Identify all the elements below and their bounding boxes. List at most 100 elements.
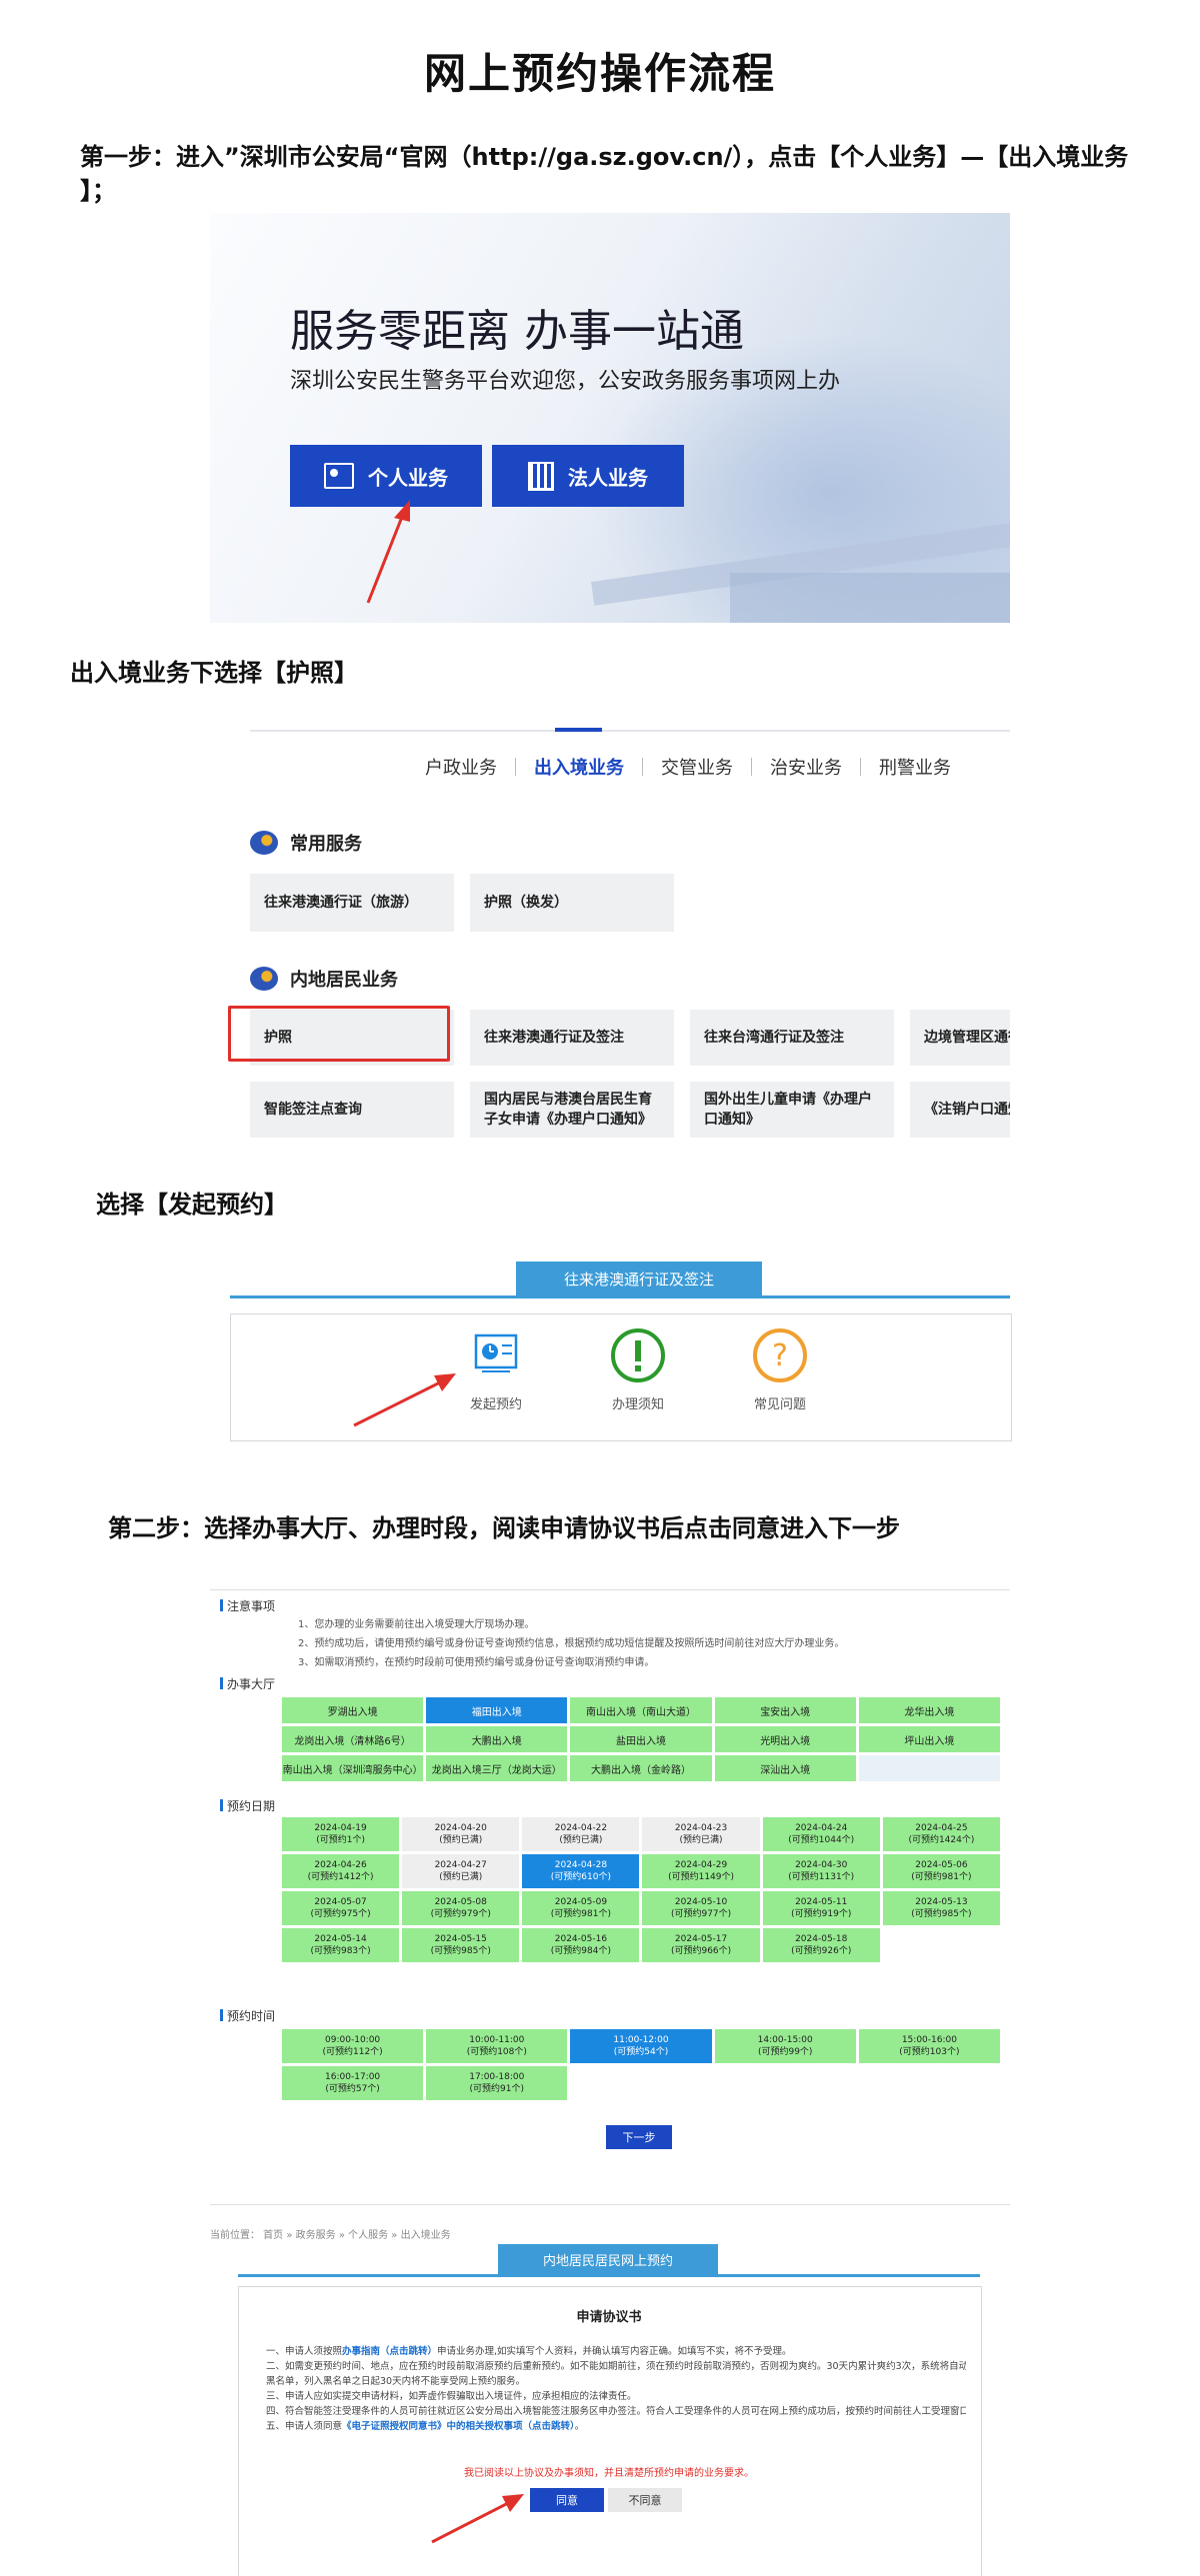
nav-security[interactable]: 治安业务	[770, 754, 842, 780]
date-option[interactable]: 2024-05-07 (可预约975个)	[282, 1891, 400, 1925]
notes-label: 注意事项	[220, 1597, 275, 1614]
date-option[interactable]: 2024-05-10 (可预约977个)	[642, 1891, 760, 1925]
service-card[interactable]: 护照（换发）	[470, 874, 674, 932]
date-option[interactable]: 2024-04-26 (可预约1412个)	[282, 1854, 400, 1888]
handling-notice-label[interactable]: 办理须知	[578, 1393, 698, 1412]
disagree-button[interactable]: 不同意	[608, 2488, 682, 2512]
date-availability: (可预约975个)	[310, 1909, 371, 1919]
schedule-panel: 注意事项 1、您办理的业务需要前往出入境受理大厅现场办理。 2、预约成功后，请使…	[210, 1589, 1010, 2159]
nav-exit-entry[interactable]: 出入境业务	[534, 754, 624, 780]
authorization-link[interactable]: 《电子证照授权同意书》中的相关授权事项（点击跳转）	[342, 2421, 575, 2432]
date-value: 2024-04-19	[314, 1823, 367, 1833]
nav-criminal[interactable]: 刑警业务	[879, 754, 951, 780]
date-option[interactable]: 2024-05-15 (可预约985个)	[402, 1928, 520, 1962]
date-option[interactable]: 2024-05-17 (可预约966个)	[642, 1928, 760, 1962]
date-option[interactable]: 2024-04-24 (可预约1044个)	[762, 1817, 880, 1851]
service-card[interactable]: 智能签注点查询	[250, 1082, 454, 1138]
service-card[interactable]: 国内居民与港澳台居民生育子女申请《办理户口通知》	[470, 1082, 674, 1138]
page-title: 网上预约操作流程	[423, 49, 776, 98]
date-value: 2024-05-08	[434, 1897, 487, 1907]
legal-business-button[interactable]: 法人业务	[492, 445, 684, 507]
service-card[interactable]: 《注销户口通知	[910, 1082, 1010, 1138]
date-option[interactable]: 2024-05-08 (可预约979个)	[402, 1891, 520, 1925]
date-value: 2024-04-24	[795, 1823, 848, 1833]
time-slot-option[interactable]: 11:00-12:00 (可预约54个)	[570, 2029, 712, 2063]
date-value: 2024-04-22	[554, 1823, 608, 1833]
hall-option[interactable]: 大鹏出入境（金岭路）	[570, 1755, 712, 1781]
faq-label[interactable]: 常见问题	[720, 1393, 840, 1412]
date-option[interactable]: 2024-05-14 (可预约983个)	[282, 1928, 400, 1962]
date-value: 2024-04-25	[915, 1823, 968, 1833]
hall-option[interactable]: 宝安出入境	[714, 1697, 856, 1723]
hall-option[interactable]: 光明出入境	[714, 1726, 856, 1752]
hall-option[interactable]: 深汕出入境	[714, 1755, 856, 1781]
note-line: 3、如需取消预约，在预约时段前可使用预约编号或身份证号查询取消预约申请。	[298, 1657, 655, 1668]
service-card[interactable]: 国外出生儿童申请《办理户口通知》	[690, 1082, 894, 1138]
date-value: 2024-05-09	[554, 1897, 608, 1907]
time-range: 17:00-18:00	[469, 2072, 525, 2082]
calendar-clock-icon[interactable]	[474, 1331, 518, 1375]
caption-passport: 出入境业务下选择【护照】	[70, 659, 358, 687]
time-range: 11:00-12:00	[613, 2035, 669, 2045]
hall-option[interactable]: 南山出入境（南山大道）	[570, 1697, 712, 1723]
date-option[interactable]: 2024-05-16 (可预约984个)	[522, 1928, 640, 1962]
hall-option[interactable]: 龙岗出入境三厅（龙岗大运）	[426, 1755, 568, 1781]
time-slot-option[interactable]: 09:00-10:00 (可预约112个)	[282, 2029, 424, 2063]
date-option[interactable]: 2024-04-30 (可预约1131个)	[762, 1854, 880, 1888]
svg-text:?: ?	[772, 1338, 788, 1373]
hero-heading: 服务零距离 办事一站通	[290, 306, 744, 357]
hall-option[interactable]: 坪山出入境	[858, 1726, 1000, 1752]
date-option[interactable]: 2024-05-09 (可预约981个)	[522, 1891, 640, 1925]
time-slot-option[interactable]: 15:00-16:00 (可预约103个)	[858, 2029, 1000, 2063]
date-option[interactable]: 2024-05-18 (可预约926个)	[762, 1928, 880, 1962]
hall-option[interactable]: 南山出入境（深圳湾服务中心）	[282, 1755, 424, 1781]
nav-traffic[interactable]: 交管业务	[661, 754, 733, 780]
hall-option[interactable]: 福田出入境	[426, 1697, 568, 1723]
date-option[interactable]: 2024-04-28 (可预约610个)	[522, 1854, 640, 1888]
term-line: 五、申请人须同意《电子证照授权同意书》中的相关授权事项（点击跳转）。	[266, 2421, 585, 2432]
date-availability: (可预约983个)	[310, 1946, 371, 1956]
agreement-tab[interactable]: 内地居民居民网上预约	[498, 2244, 718, 2274]
nav-active-indicator	[555, 728, 602, 732]
time-slot-option[interactable]: 17:00-18:00 (可预约91个)	[426, 2066, 568, 2100]
date-option: 2024-04-23 (预约已满)	[642, 1817, 760, 1851]
agree-button[interactable]: 同意	[530, 2488, 604, 2512]
hall-option[interactable]: 龙华出入境	[858, 1697, 1000, 1723]
date-availability: (预约已满)	[439, 1835, 483, 1845]
exclamation-circle-icon[interactable]	[610, 1327, 666, 1383]
hall-grid: 罗湖出入境 福田出入境 南山出入境（南山大道） 宝安出入境 龙华出入境龙岗出入境（清林路…	[282, 1697, 1000, 1781]
building-icon	[528, 461, 554, 491]
time-slot-option[interactable]: 10:00-11:00 (可预约108个)	[426, 2029, 568, 2063]
date-availability: (预约已满)	[559, 1835, 603, 1845]
nav-hukou[interactable]: 户政业务	[425, 754, 497, 780]
caption-start-appointment: 选择【发起预约】	[96, 1191, 288, 1219]
entry-tab[interactable]: 往来港澳通行证及签注	[516, 1262, 762, 1295]
hall-option[interactable]: 龙岗出入境（清林路6号）	[282, 1726, 424, 1752]
business-menu: 户政业务 出入境业务 交管业务 治安业务 刑警业务 常用服务 往来港澳通行证（旅…	[250, 718, 1010, 1138]
guide-link[interactable]: 办事指南（点击跳转）	[342, 2346, 437, 2357]
date-value: 2024-05-18	[795, 1934, 848, 1944]
date-availability: (可预约979个)	[430, 1909, 491, 1919]
time-slot-option[interactable]: 14:00-15:00 (可预约99个)	[714, 2029, 856, 2063]
service-card[interactable]: 往来港澳通行证及签注	[470, 1010, 674, 1066]
date-option[interactable]: 2024-04-29 (可预约1149个)	[642, 1854, 760, 1888]
next-step-button[interactable]: 下一步	[606, 2125, 672, 2149]
date-option[interactable]: 2024-05-11 (可预约919个)	[762, 1891, 880, 1925]
date-option[interactable]: 2024-05-13 (可预约985个)	[882, 1891, 1000, 1925]
service-card[interactable]: 边境管理区通行	[910, 1010, 1010, 1066]
service-card[interactable]: 往来台湾通行证及签注	[690, 1010, 894, 1066]
hall-option[interactable]: 罗湖出入境	[282, 1697, 424, 1723]
hall-option[interactable]: 大鹏出入境	[426, 1726, 568, 1752]
date-value: 2024-04-29	[674, 1860, 728, 1870]
time-slot-option[interactable]: 16:00-17:00 (可预约57个)	[282, 2066, 424, 2100]
service-card[interactable]: 往来港澳通行证（旅游）	[250, 874, 454, 932]
time-grid: 09:00-10:00 (可预约112个) 10:00-11:00 (可预约108个)…	[282, 2029, 1000, 2100]
date-availability: (可预约1424个)	[908, 1835, 975, 1845]
date-option[interactable]: 2024-05-06 (可预约981个)	[882, 1854, 1000, 1888]
date-option[interactable]: 2024-04-19 (可预约1个)	[282, 1817, 400, 1851]
date-option: 2024-04-27 (预约已满)	[402, 1854, 520, 1888]
date-value: 2024-04-28	[554, 1860, 608, 1870]
hall-option[interactable]: 盐田出入境	[570, 1726, 712, 1752]
date-option[interactable]: 2024-04-25 (可预约1424个)	[882, 1817, 1000, 1851]
question-circle-icon[interactable]: ?	[752, 1327, 808, 1383]
